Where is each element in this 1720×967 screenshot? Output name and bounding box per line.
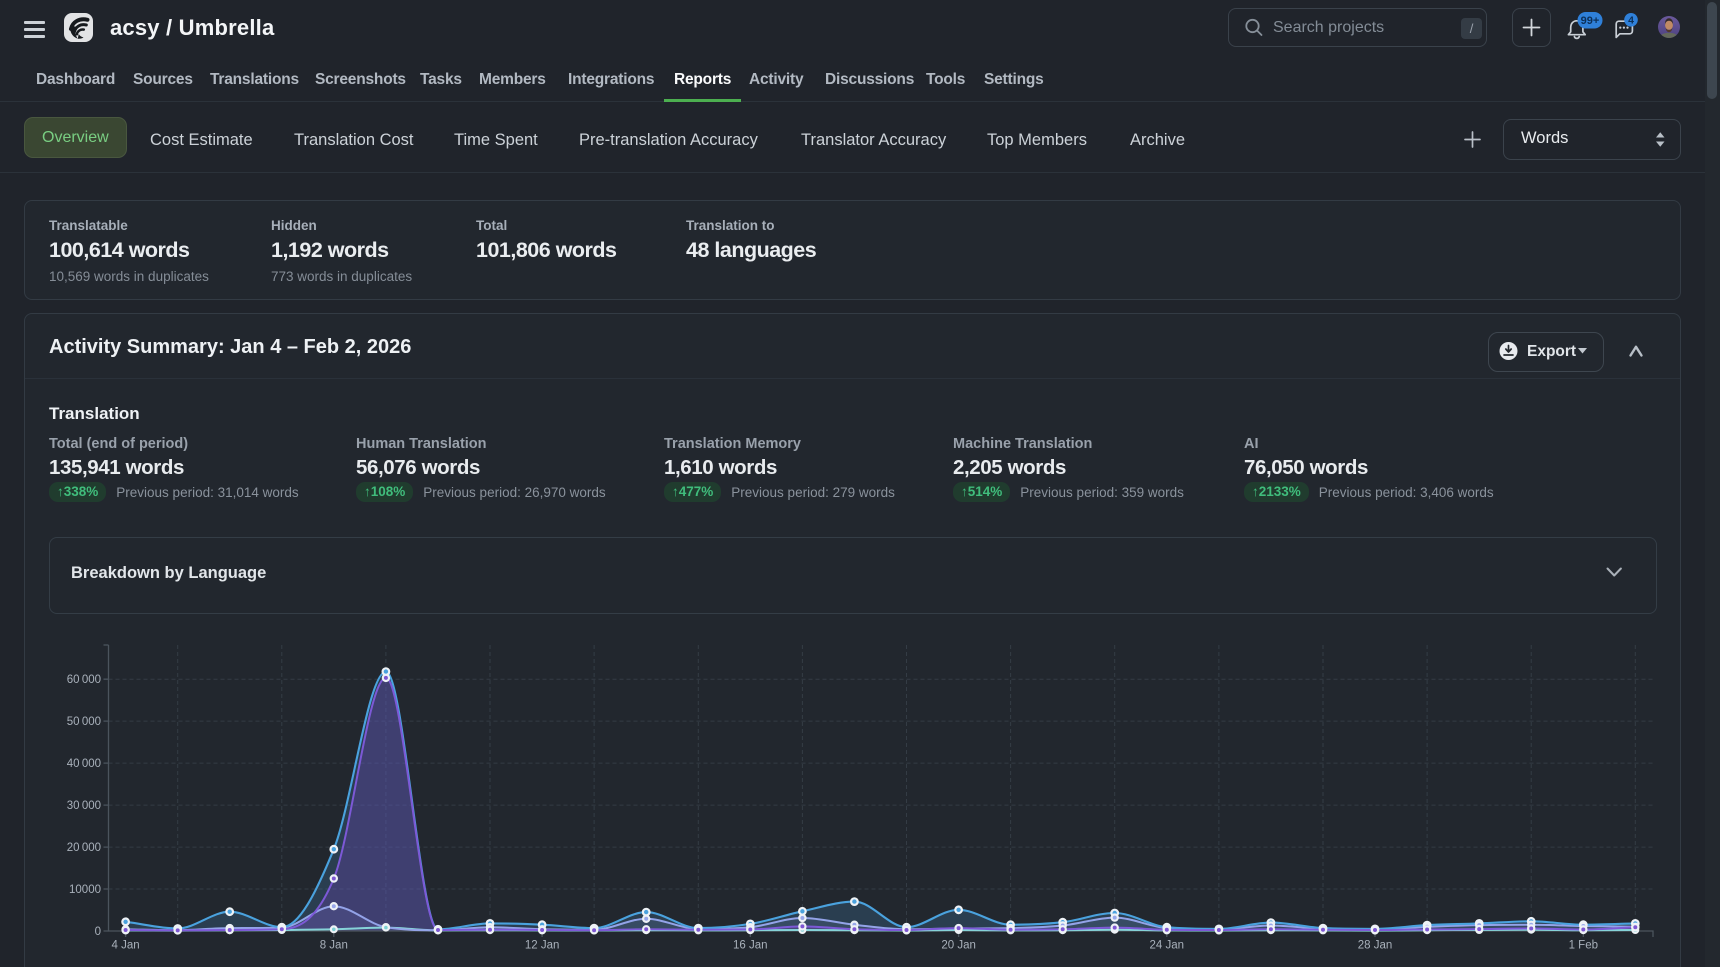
svg-text:0: 0 [95, 926, 101, 938]
svg-text:20 Jan: 20 Jan [941, 940, 976, 952]
svg-text:10000: 10000 [69, 884, 101, 896]
svg-text:60 000: 60 000 [67, 674, 101, 686]
svg-text:30 000: 30 000 [67, 800, 101, 812]
svg-text:20 000: 20 000 [67, 842, 101, 854]
svg-text:24 Jan: 24 Jan [1150, 940, 1185, 952]
svg-text:99+: 99+ [1581, 15, 1600, 27]
svg-text:4: 4 [1628, 15, 1634, 27]
svg-text:50 000: 50 000 [67, 716, 101, 728]
svg-text:4 Jan: 4 Jan [112, 940, 140, 952]
svg-text:28 Jan: 28 Jan [1358, 940, 1393, 952]
svg-text:16 Jan: 16 Jan [733, 940, 768, 952]
svg-text:1 Feb: 1 Feb [1569, 940, 1598, 952]
svg-text:8 Jan: 8 Jan [320, 940, 348, 952]
svg-text:40 000: 40 000 [67, 758, 101, 770]
svg-text:12 Jan: 12 Jan [525, 940, 560, 952]
